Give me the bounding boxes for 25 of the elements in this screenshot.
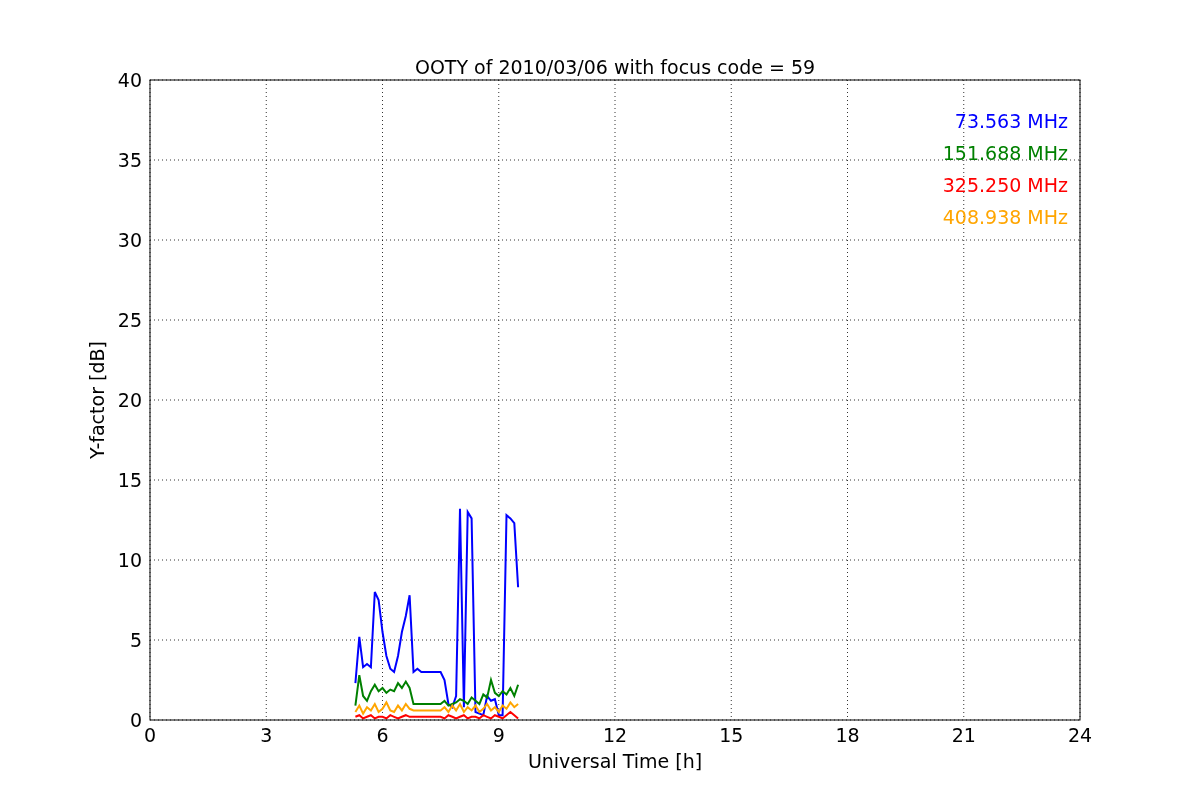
x-tick-label: 21 [951, 724, 976, 746]
y-tick-label: 35 [117, 149, 142, 171]
x-tick-label: 0 [143, 724, 157, 746]
y-tick-label: 0 [129, 709, 142, 731]
x-tick-label: 24 [1067, 724, 1093, 746]
legend-label: 73.563 MHz [954, 110, 1068, 132]
legend-label: 151.688 MHz [942, 142, 1068, 164]
plot-title: OOTY of 2010/03/06 with focus code = 59 [414, 56, 816, 78]
y-tick-label: 40 [117, 69, 142, 91]
x-axis-label: Universal Time [h] [527, 750, 703, 772]
y-tick-label: 5 [129, 629, 142, 651]
x-tick-label: 12 [602, 724, 628, 746]
y-tick-label: 10 [117, 549, 142, 571]
x-tick-label: 18 [835, 724, 860, 746]
y-tick-label: 30 [117, 229, 142, 251]
legend-label: 325.250 MHz [942, 174, 1068, 196]
x-tick-label: 9 [492, 724, 505, 746]
y-tick-label: 15 [117, 469, 142, 491]
legend-label: 408.938 MHz [942, 206, 1068, 228]
x-tick-label: 6 [376, 724, 389, 746]
y-axis-label: Y-factor [dB] [86, 341, 108, 459]
y-tick-label: 20 [117, 389, 142, 411]
x-tick-label: 15 [719, 724, 744, 746]
x-tick-label: 3 [260, 724, 273, 746]
y-tick-label: 25 [117, 309, 142, 331]
